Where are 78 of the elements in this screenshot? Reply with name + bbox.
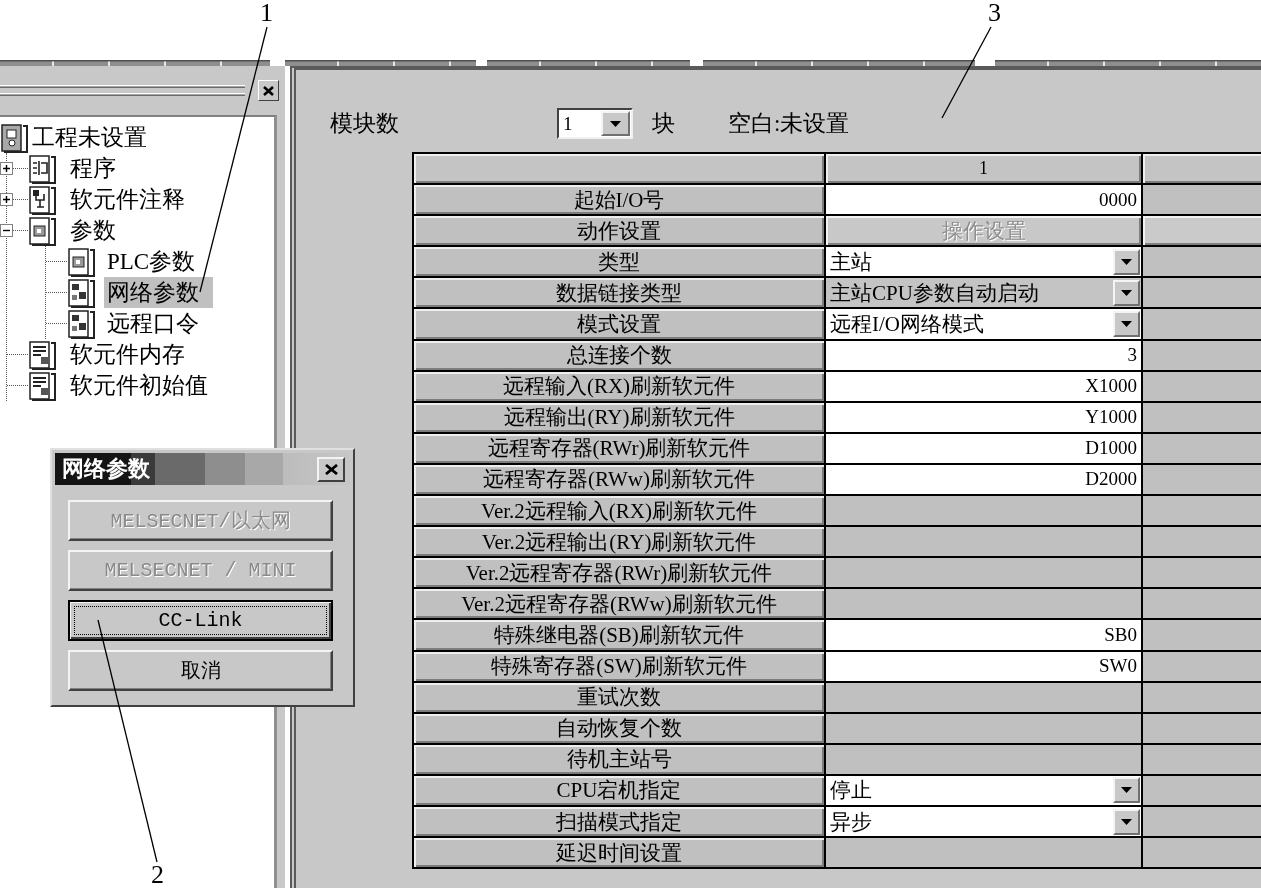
row-header: 类型 [414, 247, 826, 279]
row-header: 延迟时间设置 [414, 838, 826, 870]
input-field[interactable]: X1000 [826, 371, 1143, 403]
caret-down-icon [1121, 818, 1132, 825]
callout-number: 2 [151, 863, 164, 887]
input-field[interactable]: D2000 [826, 464, 1143, 497]
minus-box-icon[interactable] [0, 224, 13, 237]
row-header: 远程输出(RY)刷新软元件 [414, 402, 826, 434]
row-header: 特殊寄存器(SW)刷新软元件 [414, 651, 826, 683]
row-header: Ver.2远程输入(RX)刷新软元件 [414, 496, 826, 528]
tree-item[interactable]: 软元件内存 [67, 339, 199, 370]
row-header: Ver.2远程寄存器(RWw)刷新软元件 [414, 589, 826, 621]
column-header: 1 [826, 154, 1143, 186]
plus-box-icon[interactable] [0, 193, 13, 206]
tree-item[interactable]: 网络参数 [104, 277, 213, 308]
input-field[interactable]: SB0 [826, 620, 1143, 652]
document-icon [67, 246, 96, 277]
row-header: CPU宕机指定 [414, 775, 826, 807]
row-header: 自动恢复个数 [414, 713, 826, 745]
dialog-button[interactable]: CC-Link [68, 600, 333, 641]
row-header: 特殊继电器(SB)刷新软元件 [414, 620, 826, 652]
select-field[interactable]: 主站 [826, 247, 1143, 279]
dropdown-button[interactable] [1113, 311, 1140, 337]
tree-item[interactable]: 远程口令 [104, 308, 213, 339]
unit-label: 块 [652, 110, 675, 138]
document-icon [28, 215, 57, 246]
row-header: 远程输入(RX)刷新软元件 [414, 371, 826, 403]
hint-text: 空白:未设置 [728, 110, 850, 138]
row-header: 远程寄存器(RWr)刷新软元件 [414, 433, 826, 465]
caret-down-icon [610, 120, 621, 127]
document-icon [67, 277, 96, 308]
caret-down-icon [1121, 787, 1132, 794]
row-header: 模式设置 [414, 309, 826, 341]
dialog-title: 网络参数 [62, 455, 150, 483]
drag-handle[interactable] [0, 83, 245, 98]
row-header: 动作设置 [414, 216, 826, 248]
input-field[interactable]: D1000 [826, 433, 1143, 465]
dropdown-button[interactable] [1113, 248, 1140, 275]
dropdown-button[interactable] [1113, 808, 1140, 835]
row-header: Ver.2远程寄存器(RWr)刷新软元件 [414, 558, 826, 590]
row-header: 扫描模式指定 [414, 806, 826, 839]
field-label: 模块数 [330, 110, 399, 138]
callout-number: 3 [988, 1, 1001, 25]
select-field[interactable]: 远程I/O网络模式 [826, 309, 1143, 341]
document-icon [67, 308, 96, 339]
row-header: 重试次数 [414, 682, 826, 714]
dialog-button[interactable]: 取消 [68, 650, 333, 691]
row-header: 远程寄存器(RWw)刷新软元件 [414, 464, 826, 497]
caret-down-icon [1121, 289, 1132, 296]
callout-number: 1 [260, 1, 273, 25]
close-icon [324, 463, 338, 475]
row-header: 数据链接类型 [414, 278, 826, 310]
dropdown-button[interactable] [1113, 777, 1140, 804]
plus-box-icon[interactable] [0, 162, 13, 175]
caret-down-icon [1121, 321, 1132, 327]
input-field[interactable]: Y1000 [826, 402, 1143, 434]
row-header: 待机主站号 [414, 744, 826, 776]
document-icon [28, 153, 57, 184]
tree-item[interactable]: 软元件注释 [67, 184, 199, 215]
tree-item[interactable]: 程序 [67, 153, 130, 184]
input-field[interactable]: 3 [826, 340, 1143, 372]
tree-item[interactable]: 工程未设置 [29, 122, 161, 153]
row-header: 起始I/O号 [414, 185, 826, 217]
tree-item[interactable]: 软元件初始值 [67, 370, 222, 401]
caret-down-icon [1121, 258, 1132, 265]
close-button[interactable] [317, 456, 345, 482]
tree-item[interactable]: PLC参数 [104, 246, 210, 277]
select-field[interactable]: 异步 [826, 806, 1143, 839]
close-icon [263, 85, 274, 96]
module-count-select[interactable]: 1 [557, 108, 633, 139]
dropdown-button[interactable] [601, 111, 630, 136]
row-header: Ver.2远程输出(RY)刷新软元件 [414, 527, 826, 559]
row-header: 总连接个数 [414, 340, 826, 372]
tree-item[interactable]: 参数 [67, 215, 130, 246]
document-icon [28, 184, 57, 215]
select-field[interactable]: 停止 [826, 775, 1143, 807]
input-field[interactable]: SW0 [826, 651, 1143, 683]
input-field[interactable]: 0000 [826, 185, 1143, 217]
